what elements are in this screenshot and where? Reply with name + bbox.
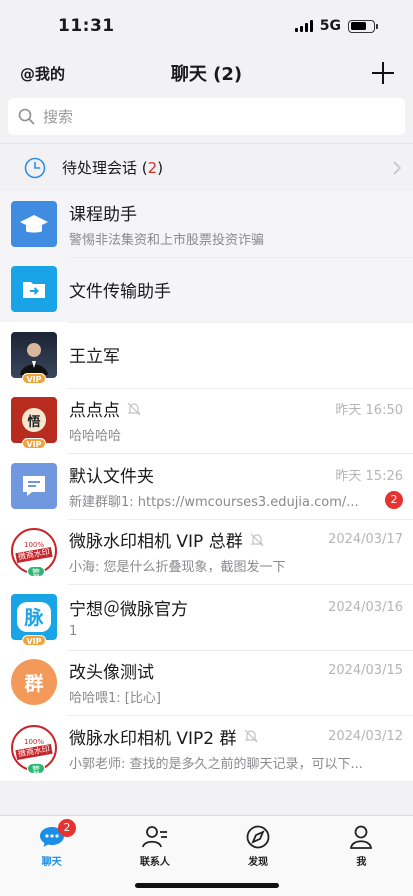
home-indicator [135, 883, 279, 888]
conversation-item-vip2-group[interactable]: 100% 微商水印 管 微脉水印相机 VIP2 群 2024/03/12 小郭老… [0, 715, 413, 781]
chevron-right-icon [393, 160, 401, 175]
avatar [11, 462, 57, 509]
folder-transfer-icon [23, 282, 45, 299]
avatar [11, 266, 57, 313]
conversation-name: 点点点 [69, 401, 120, 422]
conversation-name: 微脉水印相机 VIP2 群 [69, 728, 237, 749]
compass-icon [246, 825, 270, 849]
vip-badge: VIP [22, 438, 46, 450]
conversation-name: 默认文件夹 [69, 466, 154, 487]
conversation-time: 2024/03/12 [328, 728, 403, 744]
conversation-name: 文件传输助手 [69, 281, 171, 302]
avatar [11, 200, 57, 247]
conversation-name: 微脉水印相机 VIP 总群 [69, 532, 243, 553]
signal-icon [294, 20, 313, 32]
conversation-item-course-assistant[interactable]: 课程助手 警惕非法集资和上市股票投资诈骗 [0, 191, 413, 257]
conversation-time: 2024/03/15 [328, 663, 403, 679]
conversation-item-file-transfer[interactable]: 文件传输助手 [0, 256, 413, 322]
mai-logo: 脉 [17, 601, 51, 632]
conversation-name: 王立军 [69, 347, 120, 368]
conversation-time: 昨天 15:26 [335, 468, 403, 484]
conversation-item-vip-group[interactable]: 100% 微商水印 管 微脉水印相机 VIP 总群 2024/03/17 小海:… [0, 518, 413, 584]
conversation-item-dian[interactable]: 悟 VIP 点点点 昨天 16:50 哈哈哈哈 [0, 387, 413, 453]
tab-me[interactable]: 我 [310, 816, 413, 896]
pending-sessions-label: 待处理会话 (2) [62, 159, 164, 177]
pending-sessions-row[interactable]: 待处理会话 (2) [0, 143, 413, 191]
tab-label: 聊天 [41, 857, 62, 868]
mute-icon [126, 401, 142, 417]
nav-header: @我的 聊天 (2) [0, 52, 413, 94]
search-bar[interactable] [8, 98, 405, 135]
avatar: 100% 微商水印 管 [11, 528, 57, 578]
watermark-seal: 100% 微商水印 [15, 542, 53, 564]
tab-chat[interactable]: 2 聊天 [0, 816, 103, 896]
unread-badge: 2 [385, 491, 403, 510]
conversation-preview: 小海: 您是什么折叠现象，截图发一下 [69, 560, 286, 576]
chat-folder-icon [23, 475, 45, 496]
status-time: 11:31 [58, 16, 115, 36]
avatar: 100% 微商水印 管 [11, 724, 57, 774]
chat-unread-badge: 2 [58, 819, 76, 837]
person-photo-icon [20, 342, 48, 375]
avatar: VIP [11, 331, 57, 384]
network-label: 5G [319, 18, 341, 34]
avatar: 悟 VIP [11, 397, 57, 450]
conversation-item-wanglijun[interactable]: VIP 王立军 [0, 322, 413, 388]
conversation-preview: 小郭老师: 查找的是多久之前的聊天记录，可以下... [69, 756, 363, 772]
conversation-time: 昨天 16:50 [335, 403, 403, 419]
conversation-preview: 哈哈哈哈 [69, 429, 122, 445]
search-input[interactable] [43, 107, 395, 126]
vip-badge: VIP [22, 634, 46, 646]
tab-label: 发现 [248, 857, 269, 868]
vip-badge: VIP [22, 372, 46, 384]
conversation-item-ningxiang[interactable]: 脉 VIP 宁想＠微脉官方 2024/03/16 1 [0, 584, 413, 650]
admin-badge: 管 [27, 762, 45, 774]
avatar-emblem: 悟 [22, 408, 46, 433]
admin-badge: 管 [27, 566, 45, 578]
group-avatar-text: 群 [24, 672, 44, 695]
mute-icon [249, 532, 265, 548]
add-button[interactable] [371, 61, 395, 85]
tab-label: 联系人 [139, 857, 170, 868]
avatar: 群 [11, 659, 57, 706]
contacts-icon [141, 826, 167, 848]
tab-bar: 2 聊天 联系人 发现 我 [0, 815, 413, 896]
conversation-time: 2024/03/16 [328, 599, 403, 615]
watermark-seal: 100% 微商水印 [15, 738, 53, 760]
conversation-preview: 哈哈喂1: [比心] [69, 691, 161, 707]
mute-icon [243, 728, 259, 744]
avatar: 脉 VIP [11, 593, 57, 646]
status-indicators: 5G [294, 18, 378, 34]
conversation-name: 改头像测试 [69, 663, 154, 684]
clock-icon [24, 157, 46, 178]
graduation-cap-icon [20, 214, 48, 233]
conversation-preview: 新建群聊1: https://wmcourses3.edujia.com/... [69, 494, 359, 510]
conversation-time: 2024/03/17 [328, 532, 403, 548]
conversation-name: 课程助手 [69, 204, 137, 225]
conversation-item-avatar-test[interactable]: 群 改头像测试 2024/03/15 哈哈喂1: [比心] [0, 649, 413, 715]
conversation-list: 课程助手 警惕非法集资和上市股票投资诈骗 文件传输助手 VIP 王立军 悟 VI… [0, 191, 413, 781]
search-icon [18, 108, 35, 125]
conversation-name: 宁想＠微脉官方 [69, 599, 188, 620]
person-icon [350, 825, 373, 849]
status-bar: 11:31 5G [0, 0, 413, 52]
conversation-preview: 警惕非法集资和上市股票投资诈骗 [69, 232, 265, 248]
conversation-preview: 1 [69, 623, 78, 639]
battery-icon [348, 19, 378, 33]
mentions-button[interactable]: @我的 [20, 63, 65, 84]
tab-label: 我 [356, 857, 367, 868]
conversation-item-default-folder[interactable]: 默认文件夹 昨天 15:26 新建群聊1: https://wmcourses3… [0, 453, 413, 519]
